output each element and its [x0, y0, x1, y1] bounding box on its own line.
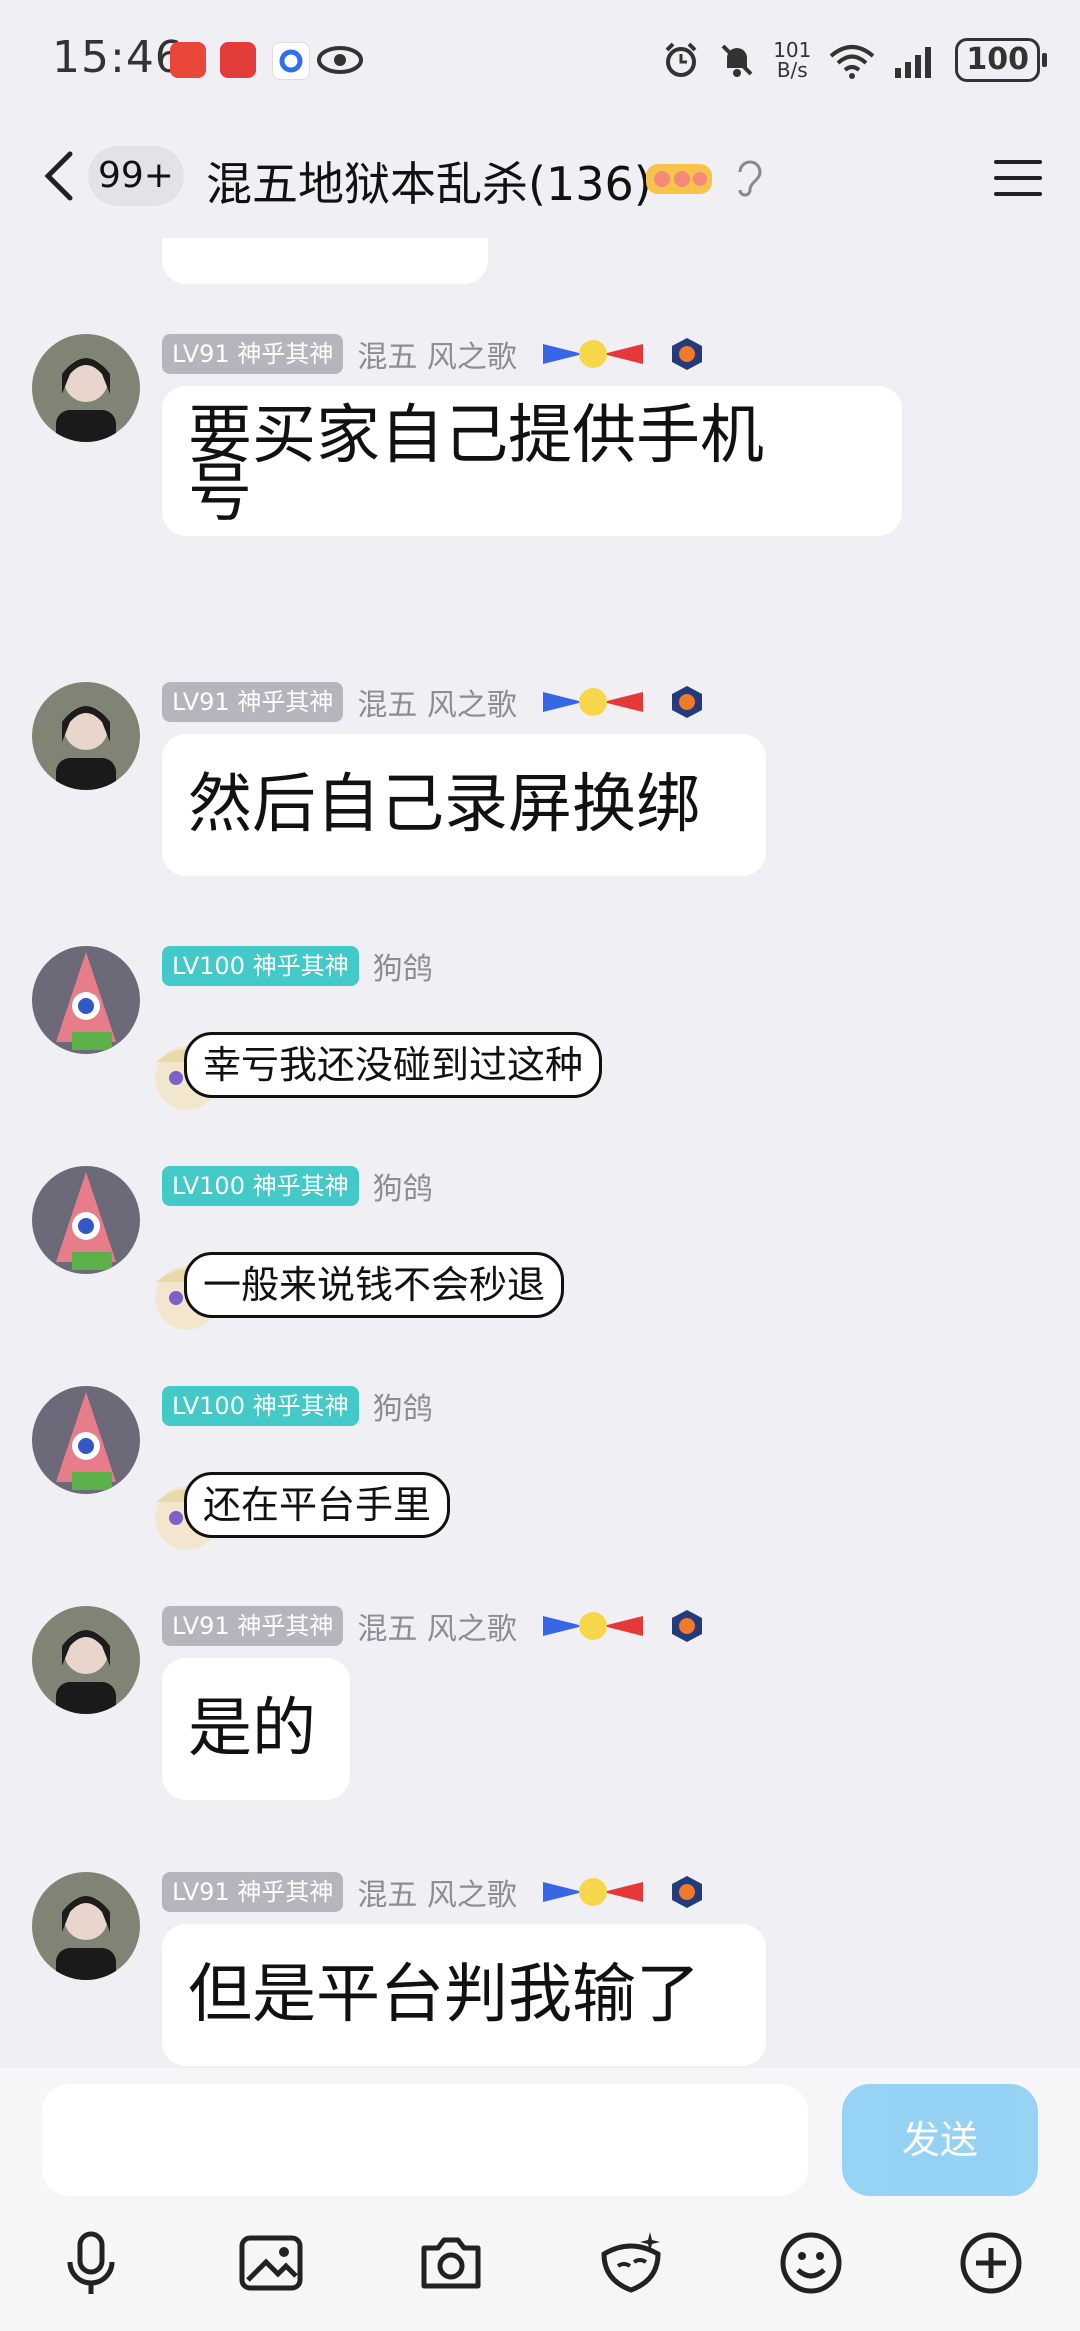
level-badge: LV91 神乎其神 [162, 682, 344, 722]
message-bubble[interactable]: 但是平台判我输了 [162, 1924, 766, 2066]
cell-signal-icon [895, 47, 932, 78]
sender-meta: LV100 神乎其神 狗鸽 [162, 1164, 433, 1208]
menu-icon[interactable] [992, 156, 1044, 200]
partial-message-bubble [162, 238, 488, 284]
avatar[interactable] [32, 334, 140, 442]
sender-meta: LV91 神乎其神 混五 风之歌 [162, 680, 705, 724]
level-badge: LV91 神乎其神 [162, 1606, 344, 1646]
message-text-line: 要买家自己提供手机 [188, 399, 764, 473]
avatar[interactable] [32, 1386, 140, 1494]
group-title: 混五地狱本乱杀(136) [206, 157, 652, 211]
sender-name[interactable]: 混五 风之歌 [357, 680, 517, 724]
message-text-line: 号 [188, 457, 252, 531]
sender-name[interactable]: 狗鸽 [373, 1384, 433, 1428]
status-bar: 15:46 101 B/s 100 [0, 0, 1080, 120]
wings-badge-icon [542, 340, 643, 368]
mute-bell-icon [721, 44, 753, 77]
avatar[interactable] [32, 1606, 140, 1714]
huawei-notification-icon [220, 42, 256, 78]
network-speed: 101 B/s [773, 40, 811, 80]
back-arrow-icon[interactable] [36, 146, 86, 206]
message-text: 是的 [188, 1692, 316, 1766]
message-bubble[interactable]: 然后自己录屏换绑 [162, 734, 766, 876]
message-text: 然后自己录屏换绑 [188, 768, 700, 842]
sender-meta: LV91 神乎其神 混五 风之歌 [162, 332, 705, 376]
sender-meta: LV91 神乎其神 混五 风之歌 [162, 1604, 705, 1648]
gem-badge-icon [671, 1876, 702, 1908]
level-badge: LV91 神乎其神 [162, 1872, 344, 1912]
sender-meta: LV91 神乎其神 混五 风之歌 [162, 1870, 705, 1914]
plus-icon[interactable] [956, 2228, 1026, 2298]
gem-badge-icon [671, 338, 702, 370]
unread-count-badge[interactable]: 99+ [88, 146, 184, 206]
sender-name[interactable]: 混五 风之歌 [357, 1604, 517, 1648]
network-speed-value: 101 [773, 38, 812, 62]
message-list[interactable]: LV91 神乎其神 混五 风之歌 要买家自己提供手机 号 LV91 神乎其神 混… [0, 238, 1080, 2068]
message-bubble[interactable]: 幸亏我还没碰到过这种 [184, 1032, 603, 1098]
gem-badge-icon [671, 1610, 702, 1642]
wifi-icon [830, 45, 875, 79]
battery-indicator: 100 [955, 38, 1047, 82]
app-notification-icon [170, 42, 206, 78]
input-bar: 发送 [0, 2068, 1080, 2331]
level-badge: LV91 神乎其神 [162, 334, 344, 374]
sender-name[interactable]: 混五 风之歌 [357, 1870, 517, 1914]
group-badge-icon [646, 164, 712, 194]
image-icon[interactable] [236, 2228, 306, 2298]
alarm-icon [665, 42, 697, 77]
message-input[interactable] [42, 2084, 808, 2196]
avatar[interactable] [32, 682, 140, 790]
eye-icon [317, 46, 363, 74]
message-text: 但是平台判我输了 [188, 1958, 700, 2032]
wings-badge-icon [542, 1878, 643, 1906]
gem-badge-icon [671, 686, 702, 718]
level-badge: LV100 神乎其神 [162, 946, 359, 986]
message-bubble[interactable]: 要买家自己提供手机 号 [162, 386, 902, 536]
sender-meta: LV100 神乎其神 狗鸽 [162, 1384, 433, 1428]
message-bubble[interactable]: 一般来说钱不会秒退 [184, 1252, 565, 1318]
wings-badge-icon [542, 1612, 643, 1640]
avatar[interactable] [32, 1166, 140, 1274]
microphone-icon[interactable] [56, 2228, 126, 2298]
chat-header: 99+ 混五地狱本乱杀(136) [0, 120, 1080, 238]
wings-badge-icon [542, 688, 643, 716]
status-time: 15:46 [52, 32, 184, 83]
sender-name[interactable]: 混五 风之歌 [357, 332, 517, 376]
sender-meta: LV100 神乎其神 狗鸽 [162, 944, 433, 988]
avatar[interactable] [32, 946, 140, 1054]
ear-icon[interactable] [732, 156, 766, 200]
status-right-group: 101 B/s 100 [661, 38, 1047, 82]
message-bubble[interactable]: 是的 [162, 1658, 350, 1800]
send-button[interactable]: 发送 [842, 2084, 1038, 2196]
sender-name[interactable]: 狗鸽 [373, 944, 433, 988]
blue-dot-notification-icon [272, 42, 310, 80]
camera-icon[interactable] [416, 2228, 486, 2298]
message-bubble[interactable]: 还在平台手里 [184, 1472, 451, 1538]
sticker-icon[interactable] [596, 2228, 666, 2298]
sender-name[interactable]: 狗鸽 [373, 1164, 433, 1208]
level-badge: LV100 神乎其神 [162, 1166, 359, 1206]
level-badge: LV100 神乎其神 [162, 1386, 359, 1426]
emoji-icon[interactable] [776, 2228, 846, 2298]
avatar[interactable] [32, 1872, 140, 1980]
network-speed-unit: B/s [776, 58, 808, 82]
